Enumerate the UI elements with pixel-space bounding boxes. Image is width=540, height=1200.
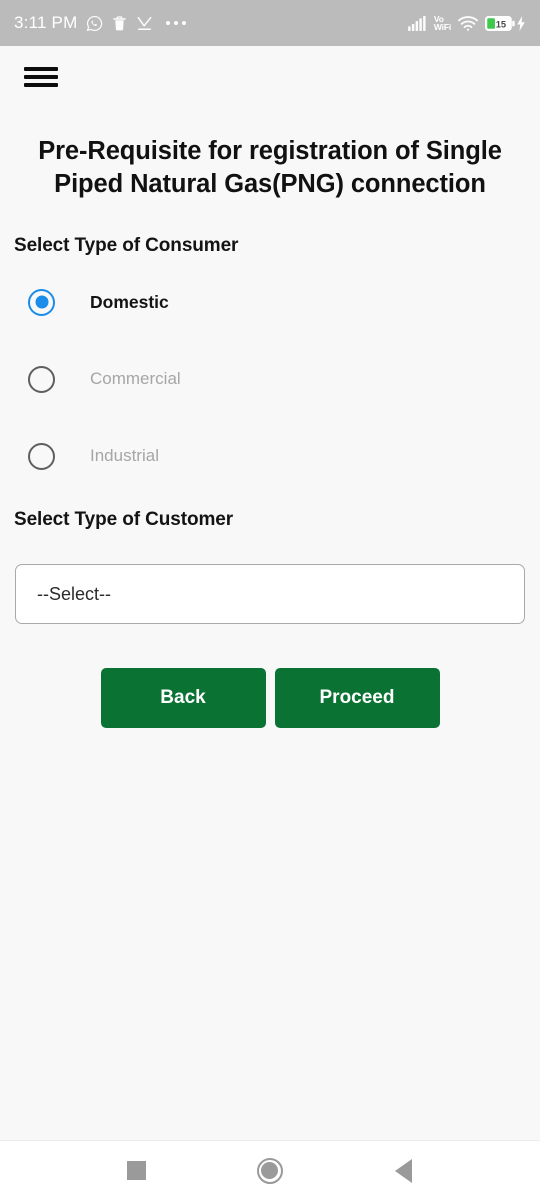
radio-option-industrial[interactable]: Industrial [0,427,540,485]
status-time: 3:11 PM [14,13,78,32]
radio-label-industrial: Industrial [90,446,159,466]
consumer-type-label: Select Type of Consumer [14,235,239,257]
radio-label-domestic: Domestic [90,291,169,312]
android-navigation-bar [0,1141,540,1200]
battery-icon: 15 [485,15,526,31]
back-button[interactable]: Back [100,668,266,729]
customer-type-select[interactable]: --Select-- [15,564,525,625]
status-bar-right: Vo WiFi 15 [408,14,526,32]
more-dots-icon [162,21,187,25]
radio-label-commercial: Commercial [90,369,181,389]
home-circle-icon[interactable] [248,1149,292,1193]
hamburger-line-2 [24,75,58,79]
customer-type-label: Select Type of Customer [14,509,234,531]
whatsapp-icon [87,15,103,31]
consumer-type-radio-group: Domestic Commercial Industrial [0,273,540,485]
volte-icon: Vo WiFi [433,14,451,32]
app-bar [0,46,540,108]
phone-screen: 3:11 PM Vo WiFi 15 Pre-Requisite for reg… [0,0,540,1200]
status-bar: 3:11 PM Vo WiFi 15 [0,0,540,46]
proceed-button[interactable]: Proceed [274,668,440,729]
status-bar-left: 3:11 PM [14,13,187,33]
hamburger-line-3 [24,83,58,87]
signal-bars-icon [408,15,426,31]
radio-option-commercial[interactable]: Commercial [0,350,540,408]
customer-type-select-value: --Select-- [37,583,112,604]
radio-button-domestic[interactable] [28,288,55,316]
radio-button-industrial[interactable] [28,442,55,470]
page-title: Pre-Requisite for registration of Single… [38,137,502,198]
hamburger-menu-icon[interactable] [24,64,58,90]
trash-icon [113,15,127,30]
radio-button-commercial[interactable] [28,365,55,393]
main-content: Pre-Requisite for registration of Single… [0,108,540,1140]
wifi-icon [458,15,478,31]
volte-line-2: WiFi [433,22,451,32]
action-button-row: Back Proceed [0,668,540,729]
radio-option-domestic[interactable]: Domestic [0,273,540,331]
hamburger-line-1 [24,67,58,71]
recents-square-icon[interactable] [115,1149,159,1193]
charging-bolt-icon [517,15,525,31]
download-complete-icon [138,16,152,30]
back-triangle-icon[interactable] [381,1149,425,1193]
battery-level-text: 15 [496,19,506,29]
